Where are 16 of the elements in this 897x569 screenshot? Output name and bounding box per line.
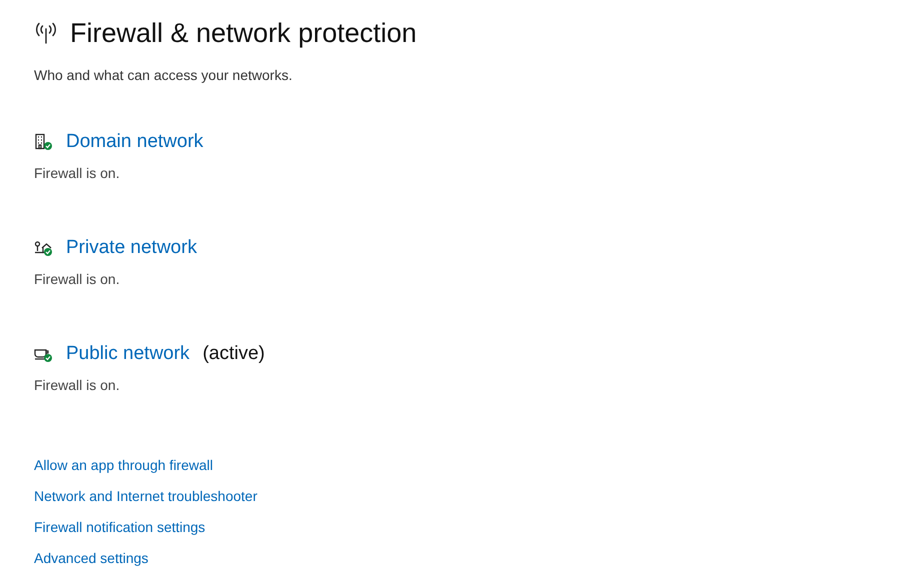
network-link[interactable]: Domain network [66, 129, 204, 155]
network-link[interactable]: Public network [66, 341, 190, 367]
firewall-status: Firewall is on. [34, 270, 120, 289]
settings-link[interactable]: Network and Internet troubleshooter [34, 487, 258, 505]
settings-link[interactable]: Firewall notification settings [34, 518, 206, 536]
home-network-icon [34, 239, 53, 257]
settings-link[interactable]: Advanced settings [34, 549, 148, 567]
firewall-status: Firewall is on. [34, 164, 120, 183]
active-label: (active) [202, 342, 265, 366]
network-link[interactable]: Private network [66, 235, 197, 261]
building-icon [34, 133, 53, 151]
antenna-icon [34, 22, 58, 44]
firewall-status: Firewall is on. [34, 376, 120, 395]
page-subtitle: Who and what can access your networks. [34, 66, 294, 85]
settings-link[interactable]: Allow an app through firewall [34, 456, 213, 474]
page-title: Firewall & network protection [70, 17, 417, 50]
